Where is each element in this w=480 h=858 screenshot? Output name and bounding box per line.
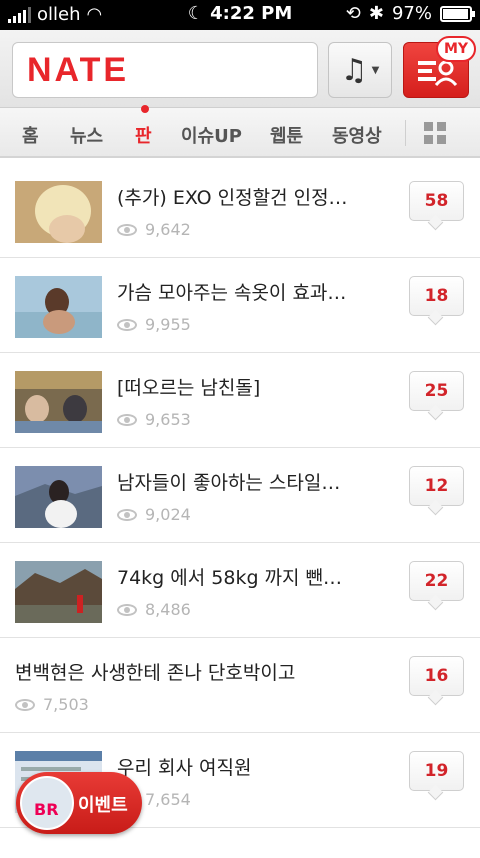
list-item[interactable]: [떠오르는 남친돌] 9,653 25 [0, 353, 480, 448]
music-button[interactable]: ♫ ▼ [328, 42, 392, 98]
tab-news[interactable]: 뉴스 [70, 122, 103, 148]
thumbnail-image [15, 466, 102, 528]
post-title[interactable]: 74kg 에서 58kg 까지 뺀… [117, 563, 342, 590]
tab-issue-up[interactable]: 이슈UP [181, 122, 242, 148]
eye-icon [117, 508, 137, 521]
chevron-down-icon: ▼ [371, 64, 380, 76]
moon-icon: ☾ [187, 3, 211, 24]
eye-icon [117, 603, 137, 616]
view-count: 8,486 [145, 600, 191, 619]
bluetooth-icon: ✱ [368, 3, 384, 24]
post-title[interactable]: [떠오르는 남친돌] [117, 373, 260, 400]
tab-bar: 홈 뉴스 판 이슈UP 웹툰 동영상 [0, 108, 480, 158]
thumbnail-image [15, 561, 102, 623]
eye-icon [117, 413, 137, 426]
view-count: 9,653 [145, 410, 191, 429]
event-label[interactable]: 이벤트 [78, 791, 128, 817]
view-count: 9,955 [145, 315, 191, 334]
music-note-icon: ♫ [340, 52, 368, 88]
view-count: 7,654 [145, 790, 191, 809]
post-title[interactable]: 남자들이 좋아하는 스타일… [117, 468, 340, 495]
status-bar: olleh ◠ ☾ 4:22 PM ⟲ ✱ 97% [0, 0, 480, 30]
view-count: 9,024 [145, 505, 191, 524]
view-count: 9,642 [145, 220, 191, 239]
battery-percent: 97% [391, 3, 432, 24]
tab-webtoon[interactable]: 웹툰 [270, 122, 303, 148]
logo-box[interactable]: NATE [12, 42, 318, 98]
time-label: 4:22 PM [210, 3, 293, 24]
grid-menu-icon[interactable] [424, 122, 446, 144]
comment-count-badge[interactable]: 19 [409, 751, 464, 791]
eye-icon [117, 223, 137, 236]
list-item[interactable]: 74kg 에서 58kg 까지 뺀… 8,486 22 [0, 543, 480, 638]
rotation-lock-icon: ⟲ [345, 3, 361, 24]
list-item[interactable]: 변백현은 사생한테 존나 단호박이고 7,503 16 [0, 638, 480, 733]
tab-pann[interactable]: 판 [135, 122, 152, 148]
eye-icon [117, 318, 137, 331]
tab-divider [405, 120, 406, 146]
list-item[interactable]: 남자들이 좋아하는 스타일… 9,024 12 [0, 448, 480, 543]
thumbnail-image [15, 181, 102, 243]
eye-icon [15, 698, 35, 711]
post-title[interactable]: 변백현은 사생한테 존나 단호박이고 [15, 658, 295, 685]
tab-video[interactable]: 동영상 [332, 122, 382, 148]
tab-home[interactable]: 홈 [22, 122, 39, 148]
comment-count-badge[interactable]: 25 [409, 371, 464, 411]
active-tab-indicator [141, 105, 149, 113]
header: NATE ♫ ▼ [0, 30, 480, 108]
thumbnail-image [15, 371, 102, 433]
battery-icon [440, 5, 475, 22]
thumbnail-image [15, 276, 102, 338]
list-item[interactable]: 가슴 모아주는 속옷이 효과… 9,955 18 [0, 258, 480, 353]
my-badge[interactable]: MY [436, 36, 476, 62]
comment-count-badge[interactable]: 16 [409, 656, 464, 696]
post-title[interactable]: (추가) EXO 인정할건 인정… [117, 183, 348, 210]
comment-count-badge[interactable]: 12 [409, 466, 464, 506]
nate-logo: NATE [27, 51, 130, 89]
comment-count-badge[interactable]: 18 [409, 276, 464, 316]
post-title[interactable]: 우리 회사 여직원 [117, 753, 251, 780]
comment-count-badge[interactable]: 22 [409, 561, 464, 601]
post-title[interactable]: 가슴 모아주는 속옷이 효과… [117, 278, 346, 305]
baskin-robbins-icon: BR [20, 776, 74, 830]
list-item[interactable]: (추가) EXO 인정할건 인정… 9,642 58 [0, 163, 480, 258]
view-count: 7,503 [43, 695, 89, 714]
comment-count-badge[interactable]: 58 [409, 181, 464, 221]
